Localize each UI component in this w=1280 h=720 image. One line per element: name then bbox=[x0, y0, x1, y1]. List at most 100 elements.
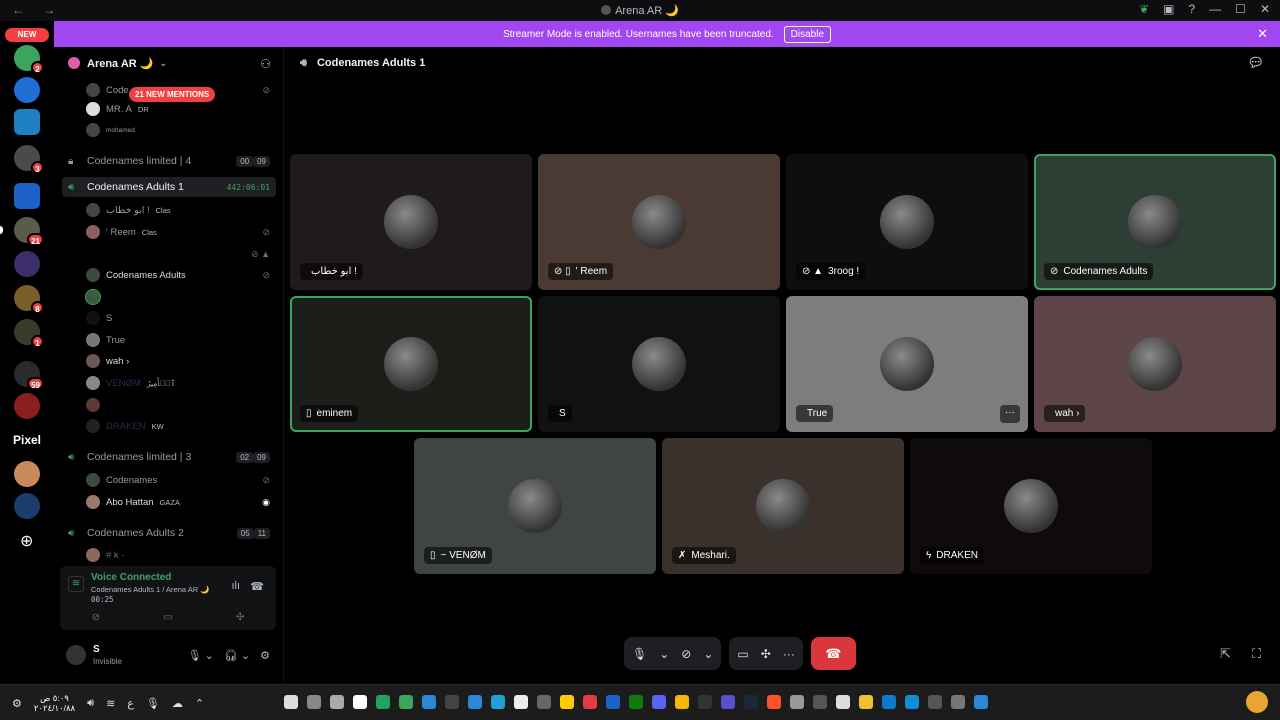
voice-channel-path[interactable]: Codenames Adults 1 / Arena AR 🌙 bbox=[91, 585, 210, 594]
discord-icon[interactable] bbox=[652, 695, 666, 709]
headphones-icon[interactable]: 🎧︎ ⌄ bbox=[224, 649, 250, 662]
signal-icon[interactable]: ≋ bbox=[68, 576, 84, 592]
app-icon[interactable] bbox=[928, 695, 942, 709]
participant-tile[interactable]: ⊘ ▲ 3roog ! bbox=[786, 154, 1028, 290]
popout-icon[interactable]: ⇱ bbox=[1220, 646, 1231, 662]
app-icon[interactable] bbox=[583, 695, 597, 709]
weather-icon[interactable] bbox=[1246, 691, 1268, 713]
disconnect-icon[interactable]: ☎ bbox=[250, 580, 264, 593]
voice-user[interactable]: VENØM ٱلۡأَمِيرُ bbox=[86, 374, 276, 392]
new-badge[interactable]: NEW bbox=[5, 28, 49, 42]
wifi-icon[interactable]: ≋ bbox=[106, 697, 115, 710]
leave-call-button[interactable]: ☎ bbox=[810, 637, 856, 670]
voice-user[interactable]: Codenames Adults ⊘ bbox=[86, 266, 276, 284]
chevron-up-icon[interactable]: ⌃ bbox=[195, 697, 204, 710]
app-icon[interactable] bbox=[353, 695, 367, 709]
server-icon-music[interactable]: 1 bbox=[14, 319, 44, 348]
help-icon[interactable]: ? bbox=[1188, 2, 1195, 16]
server-icon-face[interactable] bbox=[14, 461, 40, 487]
voice-user[interactable]: mohamed bbox=[86, 121, 276, 139]
participant-tile[interactable]: wah › bbox=[1034, 296, 1276, 432]
channel-codenames-adults-1[interactable]: 🔊︎ Codenames Adults 1 442:06:01 bbox=[62, 177, 276, 197]
participant-tile[interactable]: True ··· bbox=[786, 296, 1028, 432]
participant-tile[interactable]: ▯ eminem bbox=[290, 296, 532, 432]
app-icon[interactable] bbox=[445, 695, 459, 709]
app-icon[interactable] bbox=[721, 695, 735, 709]
screen-share-icon[interactable]: ▭ bbox=[163, 612, 172, 623]
activities-icon[interactable]: ✣ bbox=[236, 612, 244, 623]
server-icon-green[interactable]: 2 bbox=[14, 45, 44, 74]
app-icon[interactable] bbox=[790, 695, 804, 709]
maximize-icon[interactable]: ☐ bbox=[1235, 2, 1246, 16]
voice-user[interactable]: MR. A DR bbox=[86, 100, 276, 118]
app-icon[interactable] bbox=[307, 695, 321, 709]
language-icon[interactable]: ع bbox=[127, 697, 134, 710]
participant-tile[interactable]: ابو خطاب ! bbox=[290, 154, 532, 290]
app-icon[interactable] bbox=[836, 695, 850, 709]
onedrive-icon[interactable]: ☁ bbox=[172, 697, 183, 710]
edge-icon[interactable] bbox=[905, 695, 919, 709]
inbox-icon[interactable]: ▣ bbox=[1163, 2, 1174, 16]
minimize-icon[interactable]: — bbox=[1209, 2, 1221, 16]
app-icon[interactable] bbox=[468, 695, 482, 709]
voice-status[interactable]: Voice Connected bbox=[91, 572, 171, 583]
voice-user[interactable]: ' Reem Clas ⊘ bbox=[86, 223, 276, 241]
screen-share-icon[interactable]: ▭ bbox=[737, 647, 748, 661]
clock[interactable]: ٥:٠٩ ص ٢٠٢٤/١٠/٨٨ bbox=[34, 693, 75, 713]
close-banner-icon[interactable]: ✕ bbox=[1257, 26, 1268, 42]
server-icon-gold[interactable]: 8 bbox=[14, 285, 44, 314]
voice-user[interactable]: DRAKEN KW bbox=[86, 417, 276, 435]
voice-user[interactable]: ابو خطاب ! Clas bbox=[86, 201, 276, 219]
participant-tile[interactable]: ⊘ ▯ ' Reem bbox=[538, 154, 780, 290]
app-icon[interactable] bbox=[491, 695, 505, 709]
voice-user[interactable]: wah › bbox=[86, 352, 276, 370]
camera-off-icon[interactable]: ⊘ bbox=[681, 647, 691, 661]
participant-tile[interactable]: S bbox=[538, 296, 780, 432]
app-icon[interactable] bbox=[882, 695, 896, 709]
add-server-icon[interactable]: ⊕ bbox=[20, 531, 33, 551]
server-icon-purple[interactable] bbox=[14, 251, 40, 277]
chat-bubble-icon[interactable]: 💬︎ bbox=[1247, 55, 1264, 71]
server-pixel[interactable]: Pixel bbox=[8, 433, 46, 447]
invite-people-icon[interactable]: ⚇ bbox=[260, 57, 271, 71]
more-options-icon[interactable]: ··· bbox=[1000, 405, 1020, 423]
guild-header[interactable]: Arena AR 🌙 ⌄ ⚇ bbox=[54, 47, 283, 79]
participant-tile[interactable]: ▯ ~ VENØM bbox=[414, 438, 656, 574]
activities-icon[interactable]: ✣ bbox=[761, 647, 771, 661]
app-icon[interactable] bbox=[675, 695, 689, 709]
voice-user[interactable] bbox=[85, 288, 276, 306]
brave-icon[interactable] bbox=[767, 695, 781, 709]
folder-icon[interactable] bbox=[14, 183, 40, 209]
app-icon[interactable] bbox=[422, 695, 436, 709]
more-icon[interactable]: ··· bbox=[783, 647, 795, 661]
voice-user[interactable]: S bbox=[86, 309, 276, 327]
participant-tile[interactable]: ✗ Meshari. bbox=[662, 438, 904, 574]
leaf-icon[interactable]: ❦ bbox=[1139, 2, 1149, 16]
app-icon[interactable] bbox=[629, 695, 643, 709]
chevron-down-icon[interactable]: ⌄ bbox=[659, 647, 669, 661]
app-icon[interactable] bbox=[284, 695, 298, 709]
chevron-down-icon[interactable]: ⌄ bbox=[703, 647, 713, 661]
channel-codenames-adults-2[interactable]: 🔊︎ Codenames Adults 2 05 11 bbox=[62, 523, 276, 543]
voice-user[interactable]: ⊘ ▲ bbox=[86, 245, 276, 263]
app-icon[interactable] bbox=[376, 695, 390, 709]
app-icon[interactable] bbox=[330, 695, 344, 709]
server-icon-cn[interactable] bbox=[14, 109, 40, 135]
voice-user[interactable]: # k · bbox=[86, 546, 276, 564]
app-icon[interactable] bbox=[606, 695, 620, 709]
participant-tile[interactable]: ⊘ Codenames Adults bbox=[1034, 154, 1276, 290]
mic-icon[interactable]: 🎙︎ bbox=[632, 647, 647, 661]
steam-icon[interactable] bbox=[744, 695, 758, 709]
server-icon-blue[interactable] bbox=[14, 77, 40, 103]
app-icon[interactable] bbox=[813, 695, 827, 709]
fullscreen-icon[interactable]: ⛶ bbox=[1252, 646, 1261, 662]
start-icon[interactable] bbox=[974, 695, 988, 709]
channel-codenames-limited-4[interactable]: 🔒︎ Codenames limited | 4 00 09 bbox=[62, 151, 276, 171]
volume-icon[interactable]: 🔊︎ bbox=[87, 697, 94, 710]
server-icon-dark[interactable]: 59 bbox=[14, 361, 44, 390]
channel-codenames-limited-3[interactable]: 🔊︎ Codenames limited | 3 02 09 bbox=[62, 447, 276, 467]
noise-suppression-icon[interactable]: ılı bbox=[231, 580, 240, 592]
app-icon[interactable] bbox=[514, 695, 528, 709]
camera-off-icon[interactable]: ⊘ bbox=[92, 612, 100, 623]
mic-icon[interactable]: 🎙︎ bbox=[146, 697, 160, 710]
